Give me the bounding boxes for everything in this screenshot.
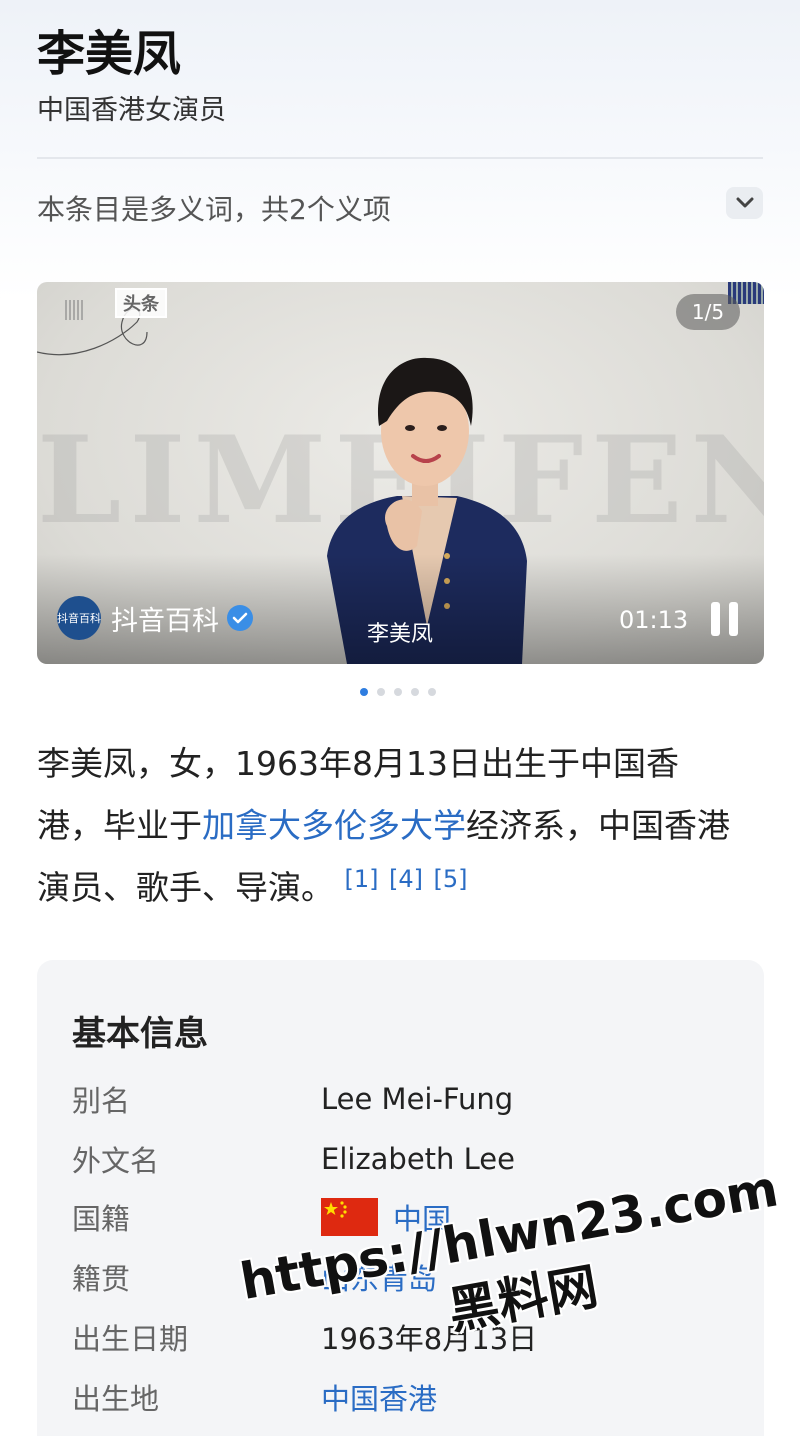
infobox-label: 外文名 [72, 1144, 160, 1178]
infobox-row: 出生日期 1963年8月13日 [72, 1316, 537, 1358]
toutiao-badge: 头条 [115, 288, 167, 318]
video-caption: 李美凤 [367, 622, 434, 647]
infobox-value: Elizabeth Lee [321, 1142, 515, 1176]
page-subtitle: 中国香港女演员 [37, 95, 226, 126]
nationality-value[interactable]: 中国 [321, 1196, 451, 1238]
infobox-row: 外文名 Elizabeth Lee [72, 1138, 515, 1180]
video-player[interactable]: LIMEIFENG 头条 1/5 抖音百科 抖音百科 李美凤 01:13 [37, 282, 764, 664]
infobox-row: 国籍 中国 [72, 1196, 451, 1238]
divider [37, 157, 763, 159]
infobox-row: 出生地 中国香港 [72, 1376, 437, 1418]
image-counter: 1/5 [676, 294, 740, 330]
intro-paragraph: 李美凤，女，1963年8月13日出生于中国香港，毕业于加拿大多伦多大学经济系，中… [37, 733, 737, 919]
channel-info[interactable]: 抖音百科 抖音百科 [57, 596, 253, 640]
infobox-value: 1963年8月13日 [321, 1322, 538, 1356]
disambiguation-toggle-button[interactable] [726, 187, 763, 219]
carousel-dot[interactable] [377, 688, 385, 696]
carousel-dot[interactable] [428, 688, 436, 696]
pause-icon[interactable] [709, 602, 741, 638]
disambiguation-text[interactable]: 本条目是多义词，共2个义项 [37, 188, 391, 228]
infobox-row: 籍贯 山东青岛 [72, 1256, 437, 1298]
infobox-label: 别名 [72, 1084, 131, 1118]
reference-link[interactable]: [1] [345, 865, 379, 893]
infobox-label: 籍贯 [72, 1262, 131, 1296]
channel-name: 抖音百科 [111, 605, 219, 637]
page-title: 李美凤 [37, 26, 182, 82]
infobox: 基本信息 别名 Lee Mei-Fung 外文名 Elizabeth Lee 国… [37, 960, 764, 1436]
infobox-value: Lee Mei-Fung [321, 1082, 514, 1116]
carousel-dot[interactable] [394, 688, 402, 696]
qr-pattern [65, 300, 85, 320]
infobox-label: 出生日期 [72, 1322, 189, 1356]
infobox-title: 基本信息 [72, 1014, 208, 1054]
nationality-link[interactable]: 中国 [393, 1196, 451, 1238]
video-time: 01:13 [619, 606, 689, 634]
infobox-label: 出生地 [72, 1382, 160, 1416]
carousel-dot[interactable] [360, 688, 368, 696]
verified-check-icon [227, 605, 253, 631]
birthplace-link[interactable]: 中国香港 [321, 1376, 437, 1418]
carousel-dots [360, 688, 436, 696]
infobox-row: 别名 Lee Mei-Fung [72, 1078, 513, 1120]
chevron-down-icon [736, 197, 753, 208]
channel-logo: 抖音百科 [57, 596, 101, 640]
reference-link[interactable]: [5] [434, 865, 468, 893]
university-link[interactable]: 加拿大多伦多大学 [202, 806, 466, 845]
reference-link[interactable]: [4] [389, 865, 423, 893]
native-place-link[interactable]: 山东青岛 [321, 1256, 437, 1298]
infobox-label: 国籍 [72, 1202, 131, 1236]
carousel-dot[interactable] [411, 688, 419, 696]
china-flag-icon [321, 1198, 378, 1236]
